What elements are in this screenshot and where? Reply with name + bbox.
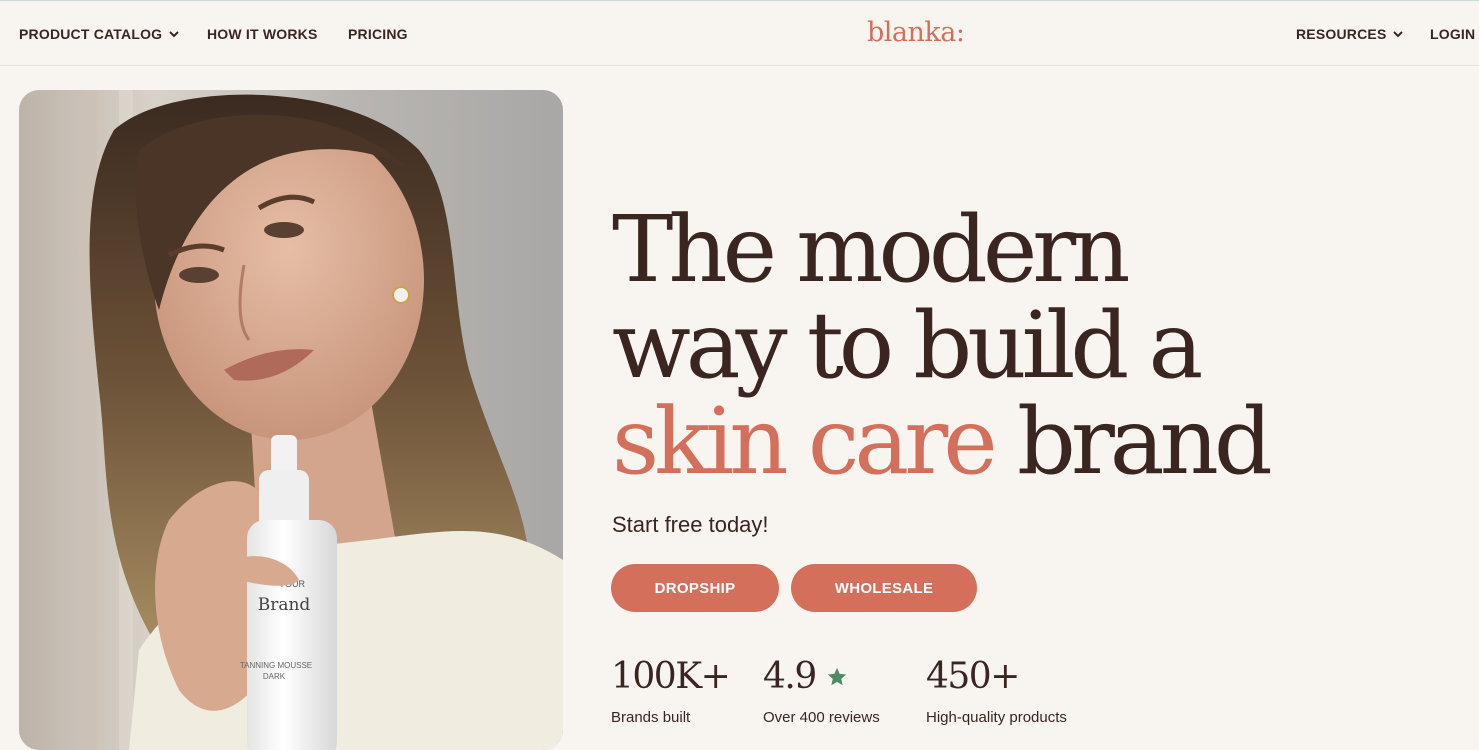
- chevron-down-icon: [169, 31, 179, 38]
- stat-products-value: 450+: [926, 656, 1020, 697]
- hero-model-photo: YOUR Brand TANNING MOUSSE DARK: [19, 90, 563, 750]
- stat-brands-number: 100K+: [611, 656, 731, 697]
- nav-pricing-label: PRICING: [348, 26, 408, 42]
- stat-rating-value: 4.9: [763, 656, 848, 697]
- headline-end: brand: [1016, 388, 1273, 495]
- nav-pricing[interactable]: PRICING: [348, 25, 408, 43]
- dropship-button[interactable]: DROPSHIP: [611, 564, 779, 612]
- stat-rating-label: Over 400 reviews: [763, 709, 880, 726]
- headline-line-2: way to build a: [612, 292, 1203, 399]
- stat-brands-label: Brands built: [611, 709, 691, 726]
- star-icon: [827, 667, 846, 685]
- nav-product-catalog[interactable]: PRODUCT CATALOG: [19, 25, 180, 43]
- nav-resources-label: RESOURCES: [1296, 26, 1387, 42]
- bottle-variant: DARK: [263, 672, 286, 681]
- nav-how-it-works-label: HOW IT WORKS: [207, 26, 318, 42]
- nav-login-label: LOGIN: [1430, 26, 1476, 42]
- brand-logo[interactable]: blanka:: [867, 17, 965, 51]
- nav-product-catalog-label: PRODUCT CATALOG: [19, 26, 163, 42]
- stat-products-number: 450+: [926, 656, 1020, 697]
- stat-brands-value: 100K+: [611, 656, 731, 697]
- bottle-product: TANNING MOUSSE: [240, 661, 312, 670]
- chevron-down-icon: [1393, 31, 1404, 38]
- wholesale-button[interactable]: WHOLESALE: [791, 564, 977, 612]
- top-navigation-bar: PRODUCT CATALOG HOW IT WORKS PRICING bla…: [0, 0, 1479, 66]
- nav-resources[interactable]: RESOURCES: [1296, 25, 1404, 43]
- hero-headline: The modern way to build a skin care bran…: [612, 202, 1312, 490]
- stat-rating-number: 4.9: [763, 656, 817, 697]
- headline-line-1: The modern: [612, 196, 1130, 303]
- hero-photo-illustration: YOUR Brand TANNING MOUSSE DARK: [19, 90, 563, 750]
- headline-accent: skin care: [612, 388, 998, 495]
- bottle-label-brand: Brand: [258, 595, 311, 615]
- stat-products-label: High-quality products: [926, 709, 1067, 726]
- hero-subhead: Start free today!: [612, 512, 769, 537]
- nav-how-it-works[interactable]: HOW IT WORKS: [207, 25, 318, 43]
- nav-login[interactable]: LOGIN: [1430, 25, 1475, 43]
